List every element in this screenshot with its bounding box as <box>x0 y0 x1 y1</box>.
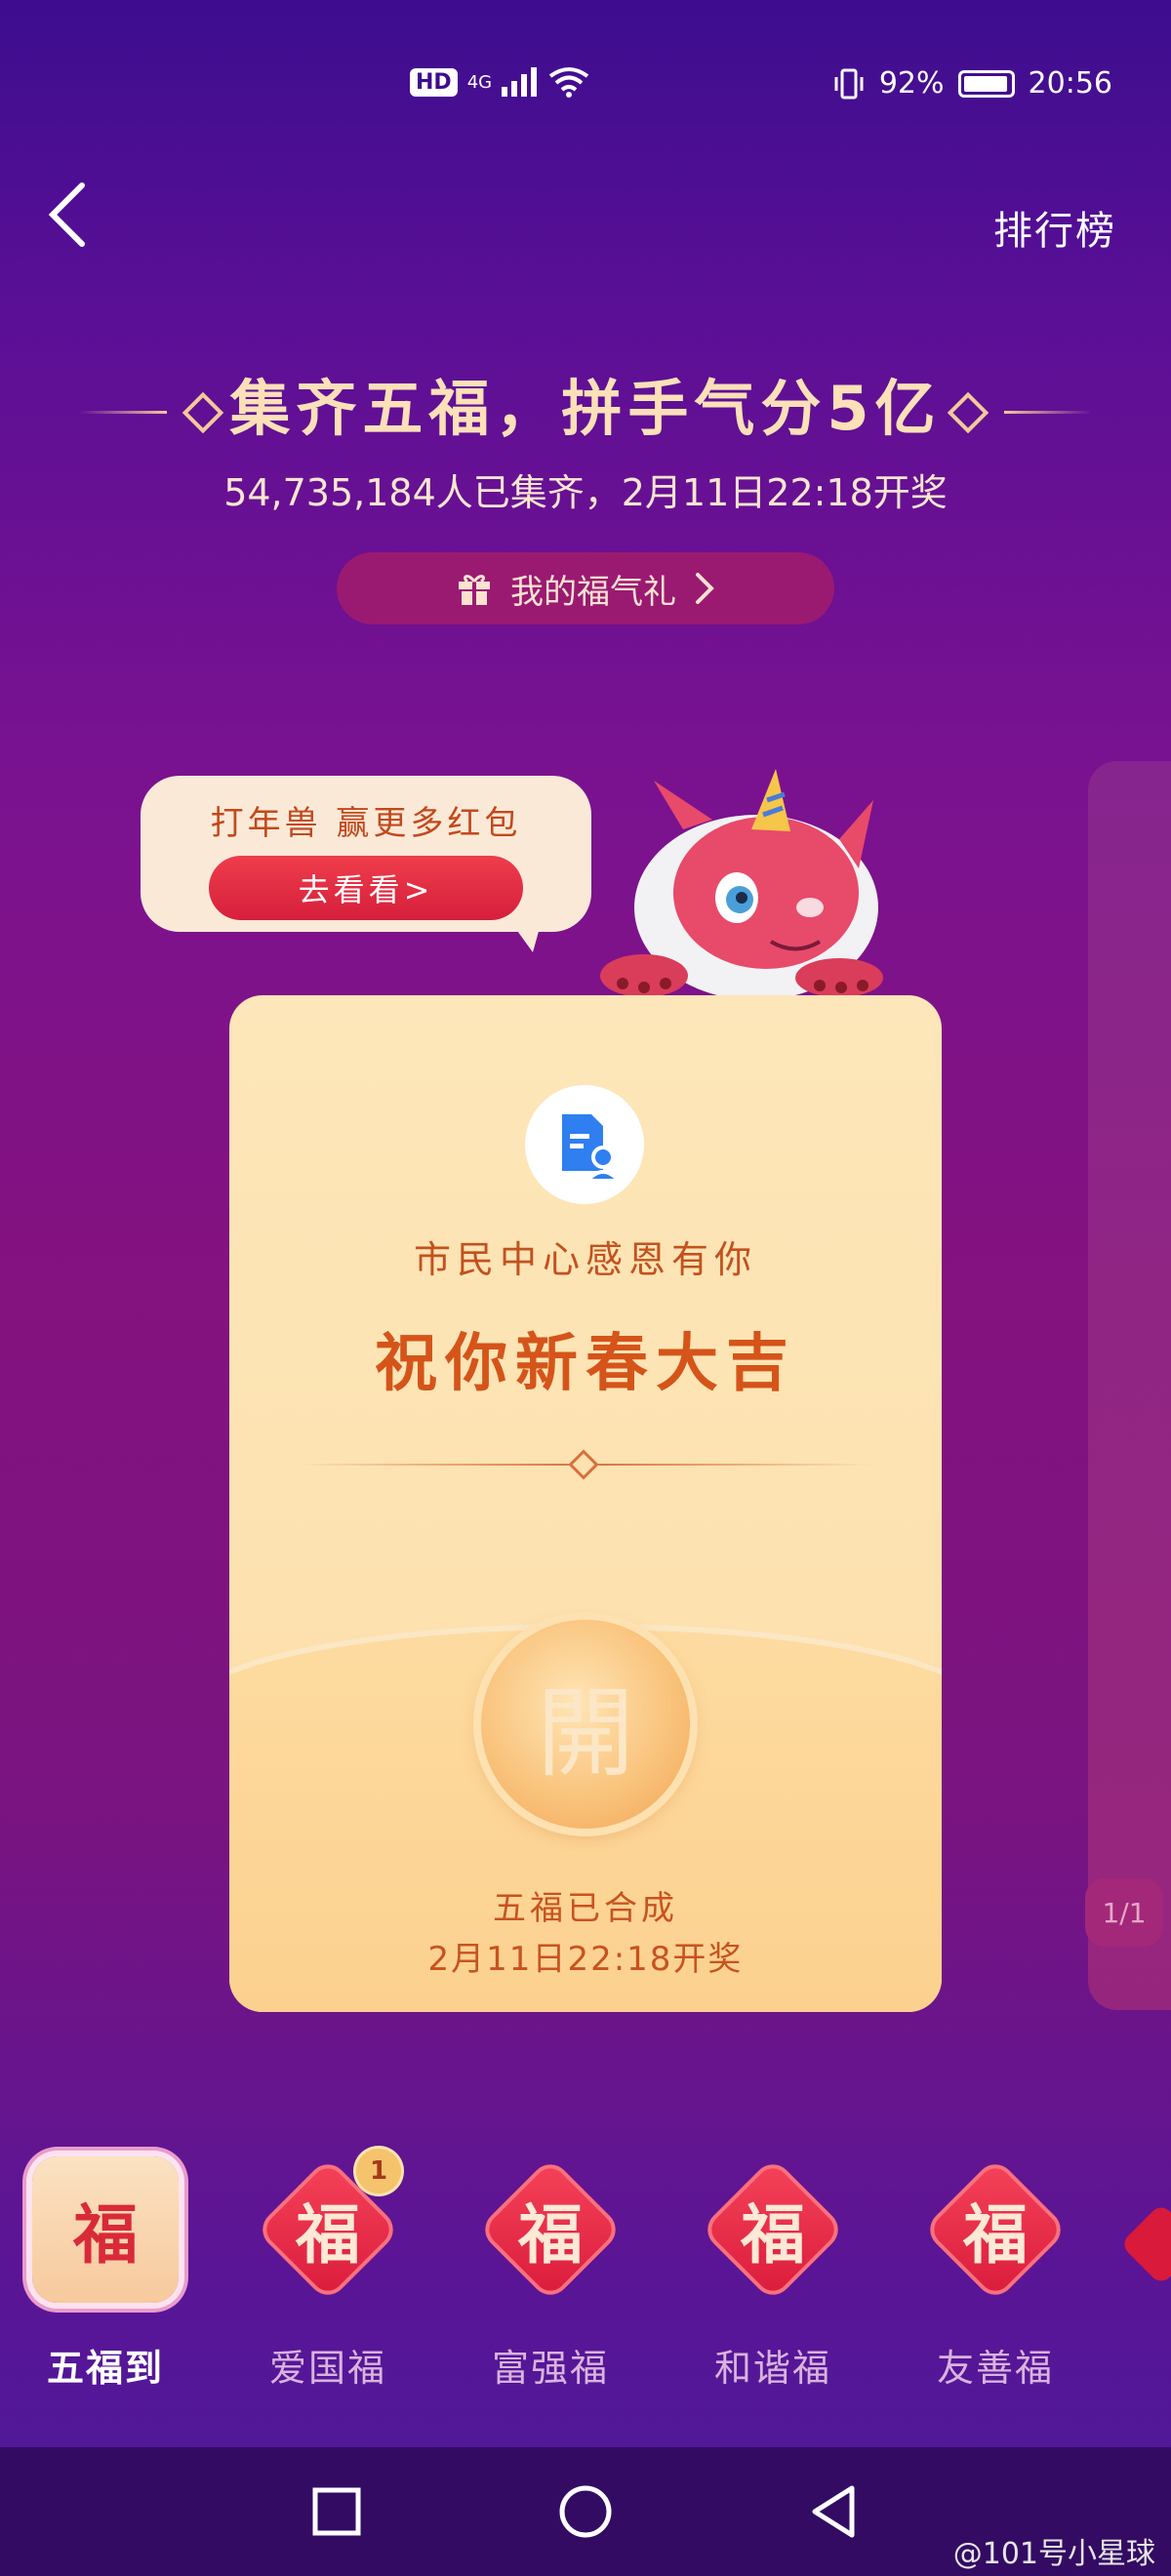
tab-hexie-fu[interactable]: 福 和谐福 <box>685 2156 861 2392</box>
card-draw-time: 2月11日22:18开奖 <box>427 1940 744 1979</box>
card-status: 五福已合成 <box>493 1889 678 1928</box>
my-gifts-button[interactable]: 我的福气礼 <box>337 552 834 624</box>
sponsor-text: 市民中心感恩有你 <box>413 1238 757 1281</box>
promo-text: 打年兽 赢更多红包 <box>210 804 522 843</box>
diamond-icon <box>182 391 224 434</box>
status-right: 92% 20:56 <box>832 66 1112 101</box>
tab-label: 富强福 <box>491 2347 609 2390</box>
tab-label: 和谐福 <box>713 2347 831 2390</box>
fu-diamond-icon: 福 <box>922 2156 1069 2303</box>
gift-icon <box>459 575 490 605</box>
fu-diamond-icon: 福 <box>477 2156 624 2303</box>
tab-aiguo-fu[interactable]: 福 1 爱国福 <box>240 2149 416 2392</box>
fu-diamond-icon: 福 1 <box>255 2149 401 2303</box>
back-nav-icon[interactable] <box>805 2482 864 2541</box>
hd-indicator: HD <box>410 67 458 97</box>
fu-char: 福 <box>73 2196 138 2273</box>
my-gifts-label: 我的福气礼 <box>510 572 676 612</box>
tab-youshan-fu[interactable]: 福 友善福 <box>908 2156 1083 2392</box>
citizen-center-icon <box>562 1114 624 1183</box>
sponsor-logo <box>525 1085 644 1204</box>
next-card-peek[interactable] <box>1088 761 1171 2010</box>
home-icon[interactable] <box>556 2482 615 2541</box>
recents-icon[interactable] <box>307 2482 366 2541</box>
fu-diamond-icon: 福 <box>700 2156 846 2303</box>
battery-icon <box>957 69 1015 98</box>
tab-fuqiang-fu[interactable]: 福 富强福 <box>463 2156 638 2392</box>
nian-beast-mascot[interactable] <box>576 761 908 995</box>
open-button[interactable]: 開 <box>481 1620 690 1829</box>
title-text: 集齐五福，拼手气分5亿 <box>229 373 942 444</box>
fu-char: 福 <box>963 2196 1028 2273</box>
divider-diamond-icon <box>568 1449 599 1480</box>
status-bar: HD 4G 92% 20:56 <box>0 59 1171 117</box>
count-badge: 1 <box>356 2149 401 2194</box>
fu-char: 福 <box>518 2196 583 2273</box>
vibrate-icon <box>834 68 864 99</box>
signal-icon <box>502 67 538 97</box>
diamond-icon <box>947 391 989 434</box>
wifi-icon <box>548 67 589 98</box>
signal-type: 4G <box>466 71 493 93</box>
title-deco-left <box>79 411 168 415</box>
chevron-right-icon <box>696 573 714 604</box>
title-deco-right <box>1003 411 1092 415</box>
back-button[interactable] <box>39 176 98 254</box>
tab-label: 爱国福 <box>268 2347 386 2390</box>
fu-char: 福 <box>741 2196 805 2273</box>
greeting-text: 祝你新春大吉 <box>375 1328 796 1400</box>
tab-label: 友善福 <box>936 2347 1054 2390</box>
clock: 20:56 <box>1028 66 1112 101</box>
status-left: HD 4G <box>410 66 589 98</box>
tab-label: 五福到 <box>46 2347 164 2390</box>
page-title: 集齐五福，拼手气分5亿 <box>0 359 1171 447</box>
wufu-dao-icon: 福 <box>32 2156 179 2303</box>
collect-count: 54,735,184人已集齐，2月11日22:18开奖 <box>223 471 948 514</box>
go-see-button[interactable]: 去看看> <box>209 856 523 920</box>
battery-percent: 92% <box>878 66 945 101</box>
chevron-left-icon <box>48 182 85 247</box>
blessing-card: 市民中心感恩有你 祝你新春大吉 開 五福已合成 2月11日22:18开奖 <box>229 995 942 2012</box>
tab-next-peek[interactable] <box>1119 2202 1171 2286</box>
tab-wufu-dao[interactable]: 福 五福到 <box>18 2156 193 2392</box>
leaderboard-link[interactable]: 排行榜 <box>993 199 1116 256</box>
promo-bubble-tail <box>507 917 543 952</box>
watermark: @101号小星球 <box>952 2537 1155 2571</box>
card-pager: 1/1 <box>1085 1878 1163 1947</box>
